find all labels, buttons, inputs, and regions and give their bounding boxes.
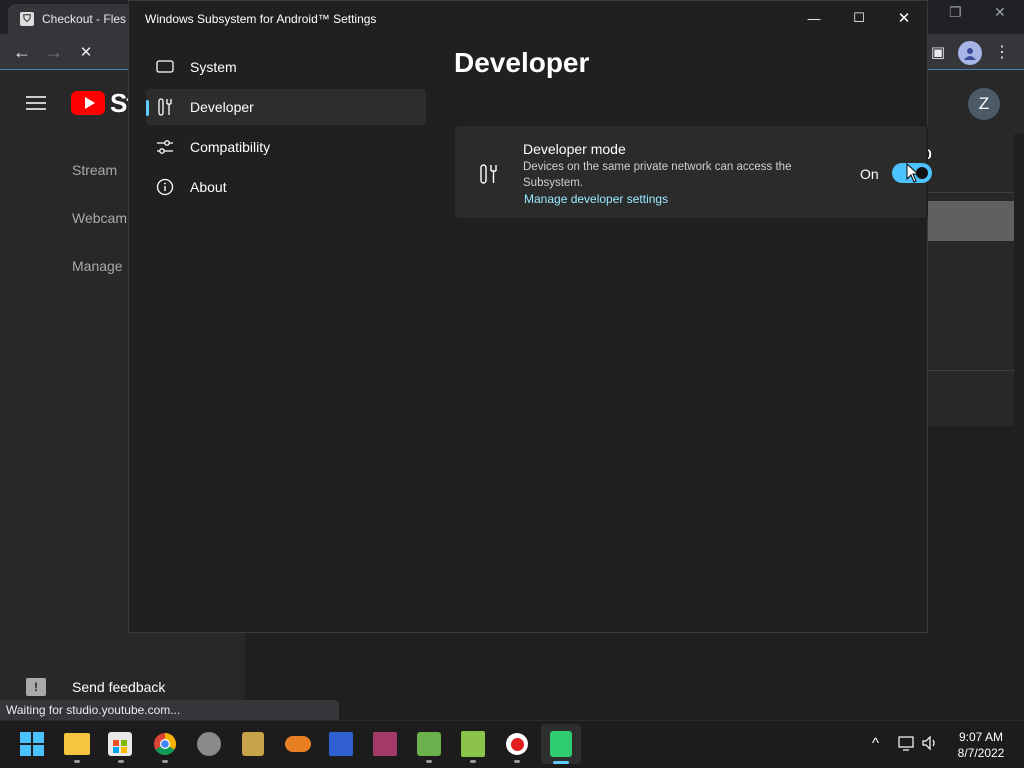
youtube-right-panel: [928, 134, 1014, 426]
clock-date: 8/7/2022: [957, 746, 1005, 760]
chrome-icon[interactable]: [153, 732, 177, 761]
side-panel-icon[interactable]: ▣: [926, 40, 950, 64]
system-clock[interactable]: 9:07 AM 8/7/2022: [950, 729, 1012, 761]
divider: [928, 192, 1014, 193]
save-app-icon[interactable]: [329, 732, 353, 756]
browser-tab-title: Checkout - Fles: [42, 12, 127, 26]
sidebar-item-manage[interactable]: Manage: [72, 258, 123, 274]
nav-item-system[interactable]: System: [146, 49, 426, 85]
running-indicator: [470, 760, 476, 763]
minimize-button[interactable]: —: [791, 1, 837, 35]
right-panel-highlight[interactable]: [928, 201, 1014, 241]
nav-label-developer: Developer: [190, 99, 254, 115]
network-icon[interactable]: [898, 735, 916, 755]
record-icon[interactable]: [506, 733, 528, 755]
toggle-state-label: On: [860, 166, 879, 182]
divider: [928, 370, 1014, 371]
info-icon: [156, 178, 174, 196]
feedback-icon: !: [26, 678, 46, 696]
nav-item-about[interactable]: About: [146, 169, 426, 205]
sidebar-item-webcam[interactable]: Webcam: [72, 210, 127, 226]
more-menu-icon[interactable]: ⋮: [990, 40, 1014, 64]
restore-icon[interactable]: ❐: [949, 4, 962, 21]
running-indicator: [514, 760, 520, 763]
selection-indicator: [146, 100, 149, 116]
bluestacks-icon[interactable]: [417, 732, 441, 756]
clock-time: 9:07 AM: [958, 730, 1004, 744]
chevron-up-icon[interactable]: ^: [872, 735, 879, 752]
wsa-icon[interactable]: [550, 731, 572, 757]
monitor-icon: [156, 58, 174, 76]
volume-icon[interactable]: [922, 735, 938, 755]
forward-button[interactable]: →: [42, 40, 66, 64]
sliders-icon: [156, 138, 174, 156]
channel-avatar[interactable]: Z: [968, 88, 1000, 120]
nav-item-compatibility[interactable]: Compatibility: [146, 129, 426, 165]
start-icon[interactable]: [20, 732, 44, 761]
hamburger-menu-icon[interactable]: [26, 96, 46, 110]
apk-installer-icon[interactable]: [461, 731, 485, 757]
running-indicator: [426, 760, 432, 763]
running-indicator: [118, 760, 124, 763]
maximize-button[interactable]: ☐: [836, 1, 882, 35]
microsoft-store-icon[interactable]: [108, 732, 132, 756]
developer-mode-description: Devices on the same private network can …: [523, 161, 792, 189]
mouse-cursor-icon: [906, 163, 920, 183]
nav-label-compatibility: Compatibility: [190, 139, 271, 155]
developer-mode-title: Developer mode: [523, 141, 626, 157]
youtube-logo-icon[interactable]: [71, 91, 105, 115]
manage-developer-settings-link[interactable]: Manage developer settings: [524, 192, 668, 206]
stop-loading-button[interactable]: ✕: [74, 40, 98, 64]
cloud-app-icon[interactable]: [285, 736, 311, 752]
running-indicator: [74, 760, 80, 763]
status-bubble: Waiting for studio.youtube.com...: [0, 700, 339, 720]
window-title: Windows Subsystem for Android™ Settings: [145, 12, 377, 26]
keys-app-icon[interactable]: [242, 732, 264, 756]
developer-mode-card: Developer mode Devices on the same priva…: [454, 125, 932, 219]
file-explorer-icon[interactable]: [64, 733, 90, 755]
tools-icon: [479, 163, 499, 185]
sidebar-item-stream[interactable]: Stream: [72, 162, 117, 178]
page-title: Developer: [454, 47, 590, 78]
running-indicator: [162, 760, 168, 763]
nav-label-about: About: [190, 179, 227, 195]
close-icon[interactable]: ✕: [994, 4, 1006, 21]
close-button[interactable]: ✕: [881, 1, 927, 35]
back-button[interactable]: ←: [10, 40, 34, 64]
raccoon-app-icon[interactable]: [197, 732, 221, 756]
active-app-indicator: [553, 761, 569, 764]
send-feedback-link[interactable]: Send feedback: [72, 679, 165, 695]
tools-icon: [156, 98, 174, 116]
nav-label-system: System: [190, 59, 237, 75]
wsa-settings-window: Windows Subsystem for Android™ Settings …: [128, 0, 932, 633]
nav-item-developer[interactable]: Developer: [146, 89, 426, 125]
profile-avatar-icon[interactable]: [958, 41, 982, 65]
winrar-icon[interactable]: [373, 732, 397, 756]
shield-favicon-icon: ⛉: [20, 12, 34, 26]
